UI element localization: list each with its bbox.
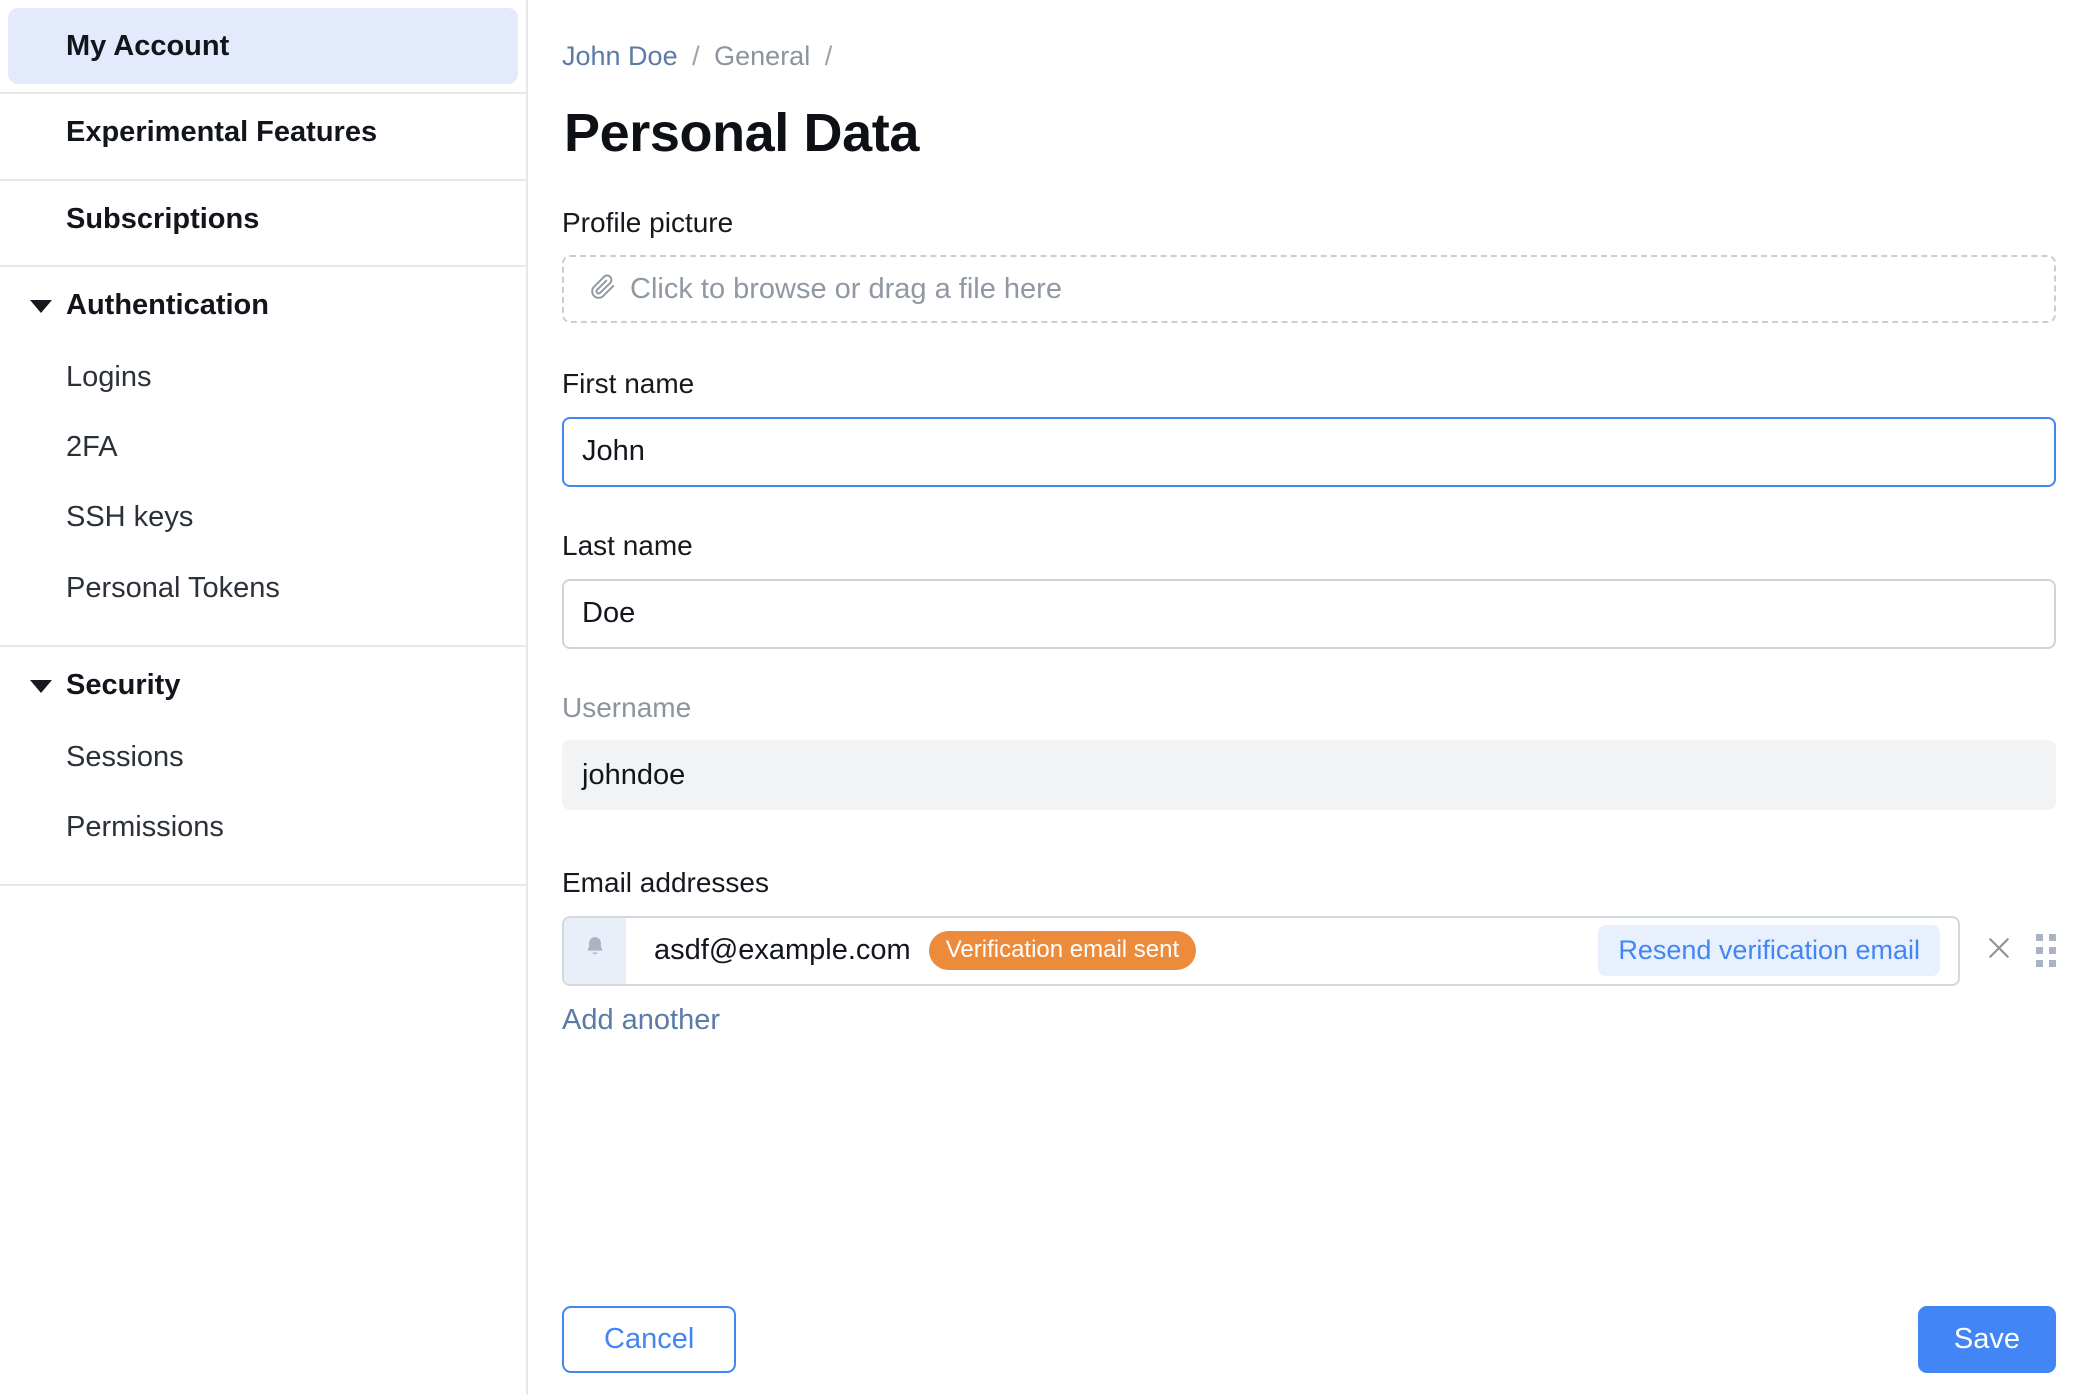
email-row: asdf@example.com Verification email sent… [562, 915, 2056, 986]
email-address-value: asdf@example.com [654, 934, 911, 967]
breadcrumb: John Doe / General / [562, 38, 2056, 76]
sidebar-item-personal-tokens[interactable]: Personal Tokens [0, 553, 526, 623]
save-button[interactable]: Save [1917, 1306, 2056, 1373]
drag-dot [2036, 934, 2043, 942]
profile-picture-label: Profile picture [562, 206, 734, 238]
first-name-label: First name [562, 368, 695, 400]
sidebar-item-my-account[interactable]: My Account [8, 8, 518, 85]
sidebar-item-subscriptions[interactable]: Subscriptions [0, 181, 526, 257]
sidebar-item-label: Subscriptions [66, 202, 260, 235]
sidebar-item-ssh-keys[interactable]: SSH keys [0, 482, 526, 552]
username-input: johndoe [562, 740, 2056, 811]
sidebar-item-label: My Account [66, 30, 230, 62]
username-value: johndoe [582, 758, 686, 791]
sidebar-group-authentication[interactable]: Authentication [0, 267, 526, 342]
sidebar-item-logins[interactable]: Logins [0, 342, 526, 412]
breadcrumb-separator: / [692, 41, 700, 71]
sidebar-item-sessions[interactable]: Sessions [0, 722, 526, 792]
settings-page: My Account Experimental Features Subscri… [0, 0, 2100, 1395]
sidebar-item-permissions[interactable]: Permissions [0, 792, 526, 862]
breadcrumb-account-link[interactable]: John Doe [562, 41, 678, 71]
bell-icon [582, 934, 608, 967]
username-label: Username [562, 691, 692, 723]
sidebar-item-label: 2FA [66, 431, 118, 463]
sidebar-item-2fa[interactable]: 2FA [0, 412, 526, 482]
first-name-input[interactable]: John [562, 416, 2056, 487]
caret-down-icon [30, 300, 52, 314]
close-icon[interactable] [1984, 933, 2014, 968]
breadcrumb-separator: / [824, 41, 833, 71]
status-badge: Verification email sent [928, 931, 1197, 971]
sidebar-item-experimental-features[interactable]: Experimental Features [0, 94, 526, 170]
email-row-body: asdf@example.com Verification email sent… [562, 915, 1960, 986]
sidebar-item-label: Permissions [66, 811, 224, 843]
sidebar-item-label: Experimental Features [66, 116, 378, 149]
drag-dot [2036, 960, 2043, 968]
profile-picture-placeholder: Click to browse or drag a file here [630, 272, 1062, 305]
sidebar: My Account Experimental Features Subscri… [0, 0, 528, 1395]
sidebar-item-label: Personal Tokens [66, 571, 280, 604]
page-title: Personal Data [564, 102, 919, 163]
sidebar-item-label: Logins [66, 360, 152, 393]
sidebar-divider [0, 884, 526, 887]
sidebar-item-label: Sessions [66, 740, 184, 773]
add-another-email-link[interactable]: Add another [562, 1004, 720, 1037]
last-name-value: Doe [582, 597, 636, 630]
form-actions: Cancel Save [562, 1306, 2056, 1373]
paperclip-icon [590, 274, 616, 305]
caret-down-icon [30, 680, 52, 694]
sidebar-group-label: Security [66, 668, 181, 701]
profile-picture-dropzone[interactable]: Click to browse or drag a file here [562, 255, 2056, 324]
resend-verification-email-button[interactable]: Resend verification email [1598, 925, 1940, 977]
drag-dot [2049, 960, 2056, 968]
main-content: John Doe / General / Personal Data Profi… [528, 0, 2100, 1395]
email-row-actions [1960, 933, 2056, 968]
last-name-label: Last name [562, 529, 693, 561]
drag-handle-icon[interactable] [2036, 934, 2056, 968]
sidebar-item-label: SSH keys [66, 501, 194, 534]
drag-dot [2049, 947, 2056, 955]
email-addresses-label: Email addresses [562, 867, 769, 899]
bell-icon-container [564, 917, 626, 984]
drag-dot [2049, 934, 2056, 942]
sidebar-group-label: Authentication [66, 288, 269, 321]
last-name-input[interactable]: Doe [562, 578, 2056, 649]
drag-dot [2036, 947, 2043, 955]
cancel-button[interactable]: Cancel [562, 1306, 737, 1373]
sidebar-group-security[interactable]: Security [0, 647, 526, 722]
first-name-value: John [582, 435, 645, 468]
breadcrumb-section[interactable]: General [714, 41, 810, 71]
